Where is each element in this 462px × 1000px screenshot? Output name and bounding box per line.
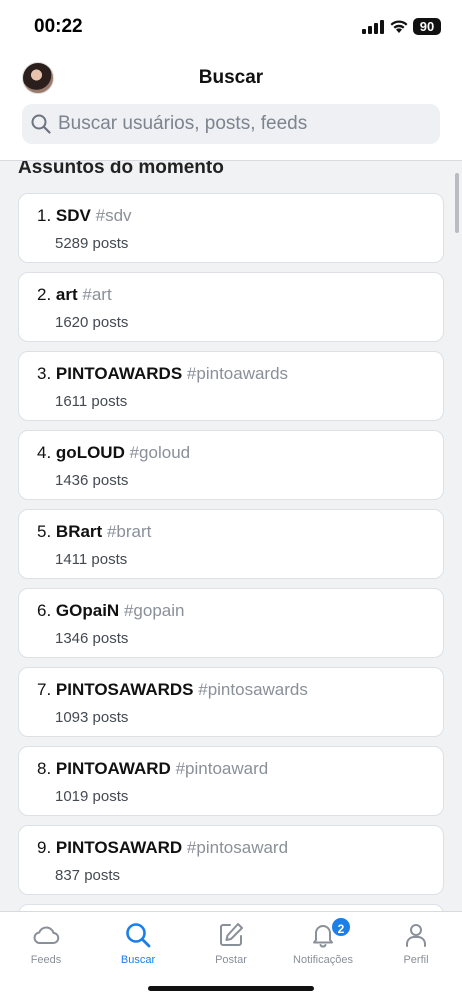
trend-hashtag: #pintosaward xyxy=(186,838,289,857)
trend-hashtag: #pintoawards xyxy=(186,364,289,383)
tab-notificacoes[interactable]: 2 Notificações xyxy=(277,912,369,982)
trend-post-count: 837 posts xyxy=(55,867,121,884)
tab-postar[interactable]: Postar xyxy=(185,912,277,982)
tab-buscar[interactable]: Buscar xyxy=(92,912,184,982)
home-indicator xyxy=(148,986,314,991)
search-icon xyxy=(126,923,151,948)
trend-title: 6. GOpaiN #gopain xyxy=(37,601,184,621)
cloud-icon xyxy=(33,926,60,944)
trend-post-count: 1346 posts xyxy=(55,630,129,647)
compose-icon xyxy=(220,923,243,946)
trend-title: 7. PINTOSAWARDS #pintosawards xyxy=(37,680,308,700)
trend-rank: 2. xyxy=(37,285,52,304)
trend-item[interactable] xyxy=(18,904,444,911)
trend-hashtag: #sdv xyxy=(95,206,132,225)
trend-title: 1. SDV #sdv xyxy=(37,206,132,226)
trend-item[interactable]: 9. PINTOSAWARD #pintosaward 837 posts xyxy=(18,825,444,895)
trend-title: 9. PINTOSAWARD #pintosaward xyxy=(37,838,288,858)
trend-item[interactable]: 2. art #art 1620 posts xyxy=(18,272,444,342)
status-time: 00:22 xyxy=(34,16,83,37)
trend-item[interactable]: 6. GOpaiN #gopain 1346 posts xyxy=(18,588,444,658)
trend-rank: 5. xyxy=(37,522,52,541)
tab-label: Buscar xyxy=(120,954,156,966)
trend-rank: 4. xyxy=(37,443,52,462)
trend-hashtag: #art xyxy=(82,285,112,304)
trend-post-count: 1019 posts xyxy=(55,788,129,805)
trend-title: 2. art #art xyxy=(37,285,112,305)
trend-title: 4. goLOUD #goloud xyxy=(37,443,190,463)
trend-name: PINTOSAWARD xyxy=(55,838,183,857)
search-bar[interactable] xyxy=(22,104,440,144)
trend-name: GOpaiN xyxy=(55,601,120,620)
trend-name: BRart xyxy=(55,522,103,541)
trend-hashtag: #goloud xyxy=(129,443,191,462)
trend-name: PINTOAWARD xyxy=(55,759,171,778)
trend-hashtag: #gopain xyxy=(123,601,185,620)
trend-post-count: 1620 posts xyxy=(55,314,129,331)
trend-rank: 1. xyxy=(37,206,52,225)
trend-name: PINTOAWARDS xyxy=(55,364,183,383)
trend-name: goLOUD xyxy=(55,443,125,462)
status-bar: 00:22 90 xyxy=(0,0,462,54)
trend-title: 8. PINTOAWARD #pintoaward xyxy=(37,759,268,779)
search-input[interactable] xyxy=(58,104,428,144)
trend-item[interactable]: 8. PINTOAWARD #pintoaward 1019 posts xyxy=(18,746,444,816)
trend-rank: 9. xyxy=(37,838,52,857)
tab-label: Postar xyxy=(215,954,247,966)
trend-name: art xyxy=(55,285,78,304)
page-title: Buscar xyxy=(198,67,264,88)
trend-item[interactable]: 1. SDV #sdv 5289 posts xyxy=(18,193,444,263)
trend-item[interactable]: 5. BRart #brart 1411 posts xyxy=(18,509,444,579)
trend-title: 3. PINTOAWARDS #pintoawards xyxy=(37,364,288,384)
search-icon xyxy=(31,114,51,134)
trend-hashtag: #brart xyxy=(106,522,152,541)
tab-feeds[interactable]: Feeds xyxy=(0,912,92,982)
trend-hashtag: #pintosawards xyxy=(198,680,308,699)
trend-item[interactable]: 4. goLOUD #goloud 1436 posts xyxy=(18,430,444,500)
trend-post-count: 1436 posts xyxy=(55,472,129,489)
header: Buscar xyxy=(0,54,462,160)
trend-item[interactable]: 7. PINTOSAWARDS #pintosawards 1093 posts xyxy=(18,667,444,737)
trend-name: SDV xyxy=(55,206,91,225)
tab-label: Perfil xyxy=(403,954,429,966)
trend-post-count: 1411 posts xyxy=(55,551,128,568)
trend-rank: 8. xyxy=(37,759,52,778)
person-icon xyxy=(406,924,426,947)
tab-bar: Feeds Buscar Postar 2 Notificações Perfi… xyxy=(0,911,462,1000)
tab-label: Notificações xyxy=(293,954,353,966)
trend-rank: 7. xyxy=(37,680,52,699)
trend-list: 1. SDV #sdv 5289 posts 2. art #art 1620 … xyxy=(18,193,444,911)
trend-post-count: 1611 posts xyxy=(55,393,128,410)
trend-rank: 6. xyxy=(37,601,52,620)
trend-item[interactable]: 3. PINTOAWARDS #pintoawards 1611 posts xyxy=(18,351,444,421)
tab-perfil[interactable]: Perfil xyxy=(370,912,462,982)
wifi-icon xyxy=(390,20,408,33)
section-title: Assuntos do momento xyxy=(18,161,224,178)
trend-name: PINTOSAWARDS xyxy=(55,680,194,699)
tab-label: Feeds xyxy=(30,954,62,966)
trending-section[interactable]: Assuntos do momento 1. SDV #sdv 5289 pos… xyxy=(0,161,462,911)
trend-post-count: 5289 posts xyxy=(55,235,129,252)
cellular-signal-icon xyxy=(362,20,384,34)
trend-hashtag: #pintoaward xyxy=(175,759,269,778)
trend-title: 5. BRart #brart xyxy=(37,522,151,542)
trend-rank: 3. xyxy=(37,364,52,383)
trend-post-count: 1093 posts xyxy=(55,709,129,726)
notification-badge: 2 xyxy=(330,916,352,938)
battery-indicator: 90 xyxy=(413,18,441,35)
scrollbar[interactable] xyxy=(455,173,459,233)
